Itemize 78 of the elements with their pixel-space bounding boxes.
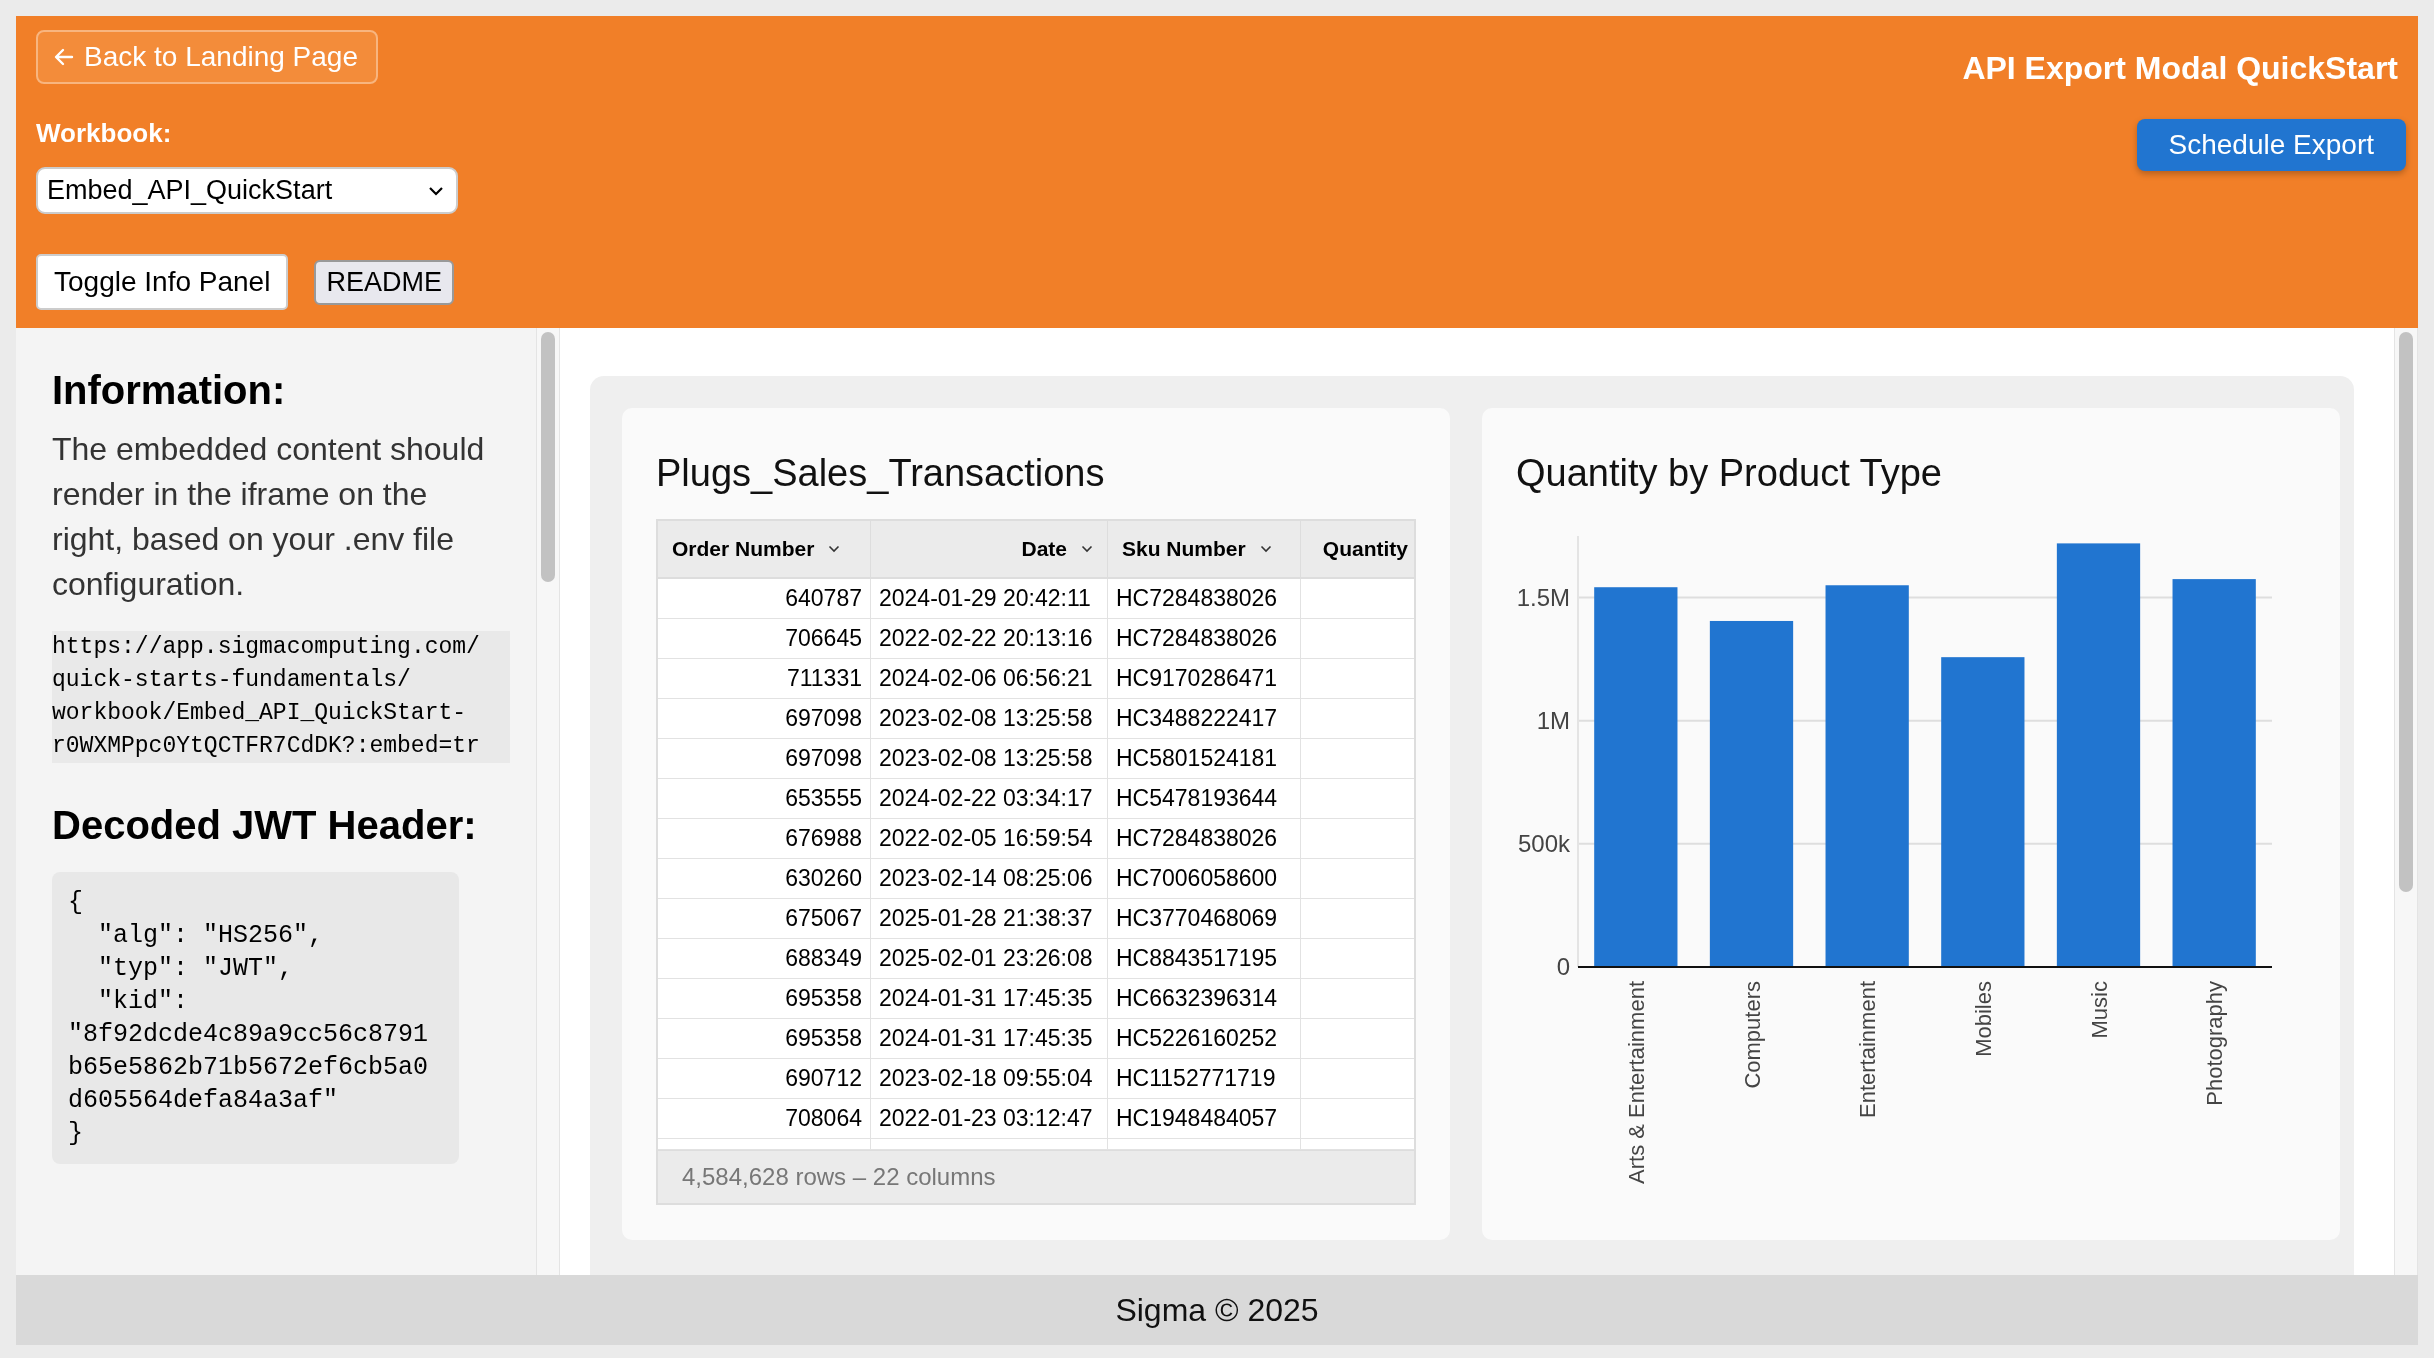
table-cell: 653555 bbox=[658, 779, 871, 818]
table-cell: 640787 bbox=[658, 579, 871, 618]
table-cell: 2024-01-31 17:45:35 bbox=[871, 979, 1108, 1018]
chevron-down-icon bbox=[1259, 545, 1272, 553]
chart-title: Quantity by Product Type bbox=[1516, 452, 1943, 495]
jwt-heading: Decoded JWT Header: bbox=[52, 803, 478, 848]
info-heading: Information: bbox=[52, 368, 287, 413]
table-cell: 708064 bbox=[658, 1099, 871, 1138]
table-cell: 695358 bbox=[658, 979, 871, 1018]
x-axis-label: Photography bbox=[2202, 981, 2228, 1106]
table-cell: HC5478193644 bbox=[1108, 779, 1301, 818]
table-cell: 697098 bbox=[658, 699, 871, 738]
table-cell: 2023-02-08 13:25:58 bbox=[871, 739, 1108, 778]
table-cell: 630260 bbox=[658, 859, 871, 898]
jwt-code-block: { "alg": "HS256", "typ": "JWT", "kid": "8f92dcde4c89a9cc56c8791b65e5862b71b5672ef6cb5a0d605564defa84a3af" } bbox=[52, 872, 459, 1164]
table-cell: HC3770468069 bbox=[1108, 899, 1301, 938]
table-cell: 676988 bbox=[658, 819, 871, 858]
table-cell: 2023-02-18 09:55:04 bbox=[871, 1059, 1108, 1098]
table-cell: 2024-02-06 06:56:21 bbox=[871, 659, 1108, 698]
table-cell: HC5226160252 bbox=[1108, 1019, 1301, 1058]
table-cell: 706645 bbox=[658, 619, 871, 658]
scrollbar[interactable] bbox=[2394, 328, 2418, 1275]
table-cell: 690712 bbox=[658, 1059, 871, 1098]
page-title: API Export Modal QuickStart bbox=[1962, 50, 2398, 87]
column-header[interactable]: Quantity bbox=[1301, 521, 1414, 577]
table-cell: 2024-01-31 17:45:35 bbox=[871, 1019, 1108, 1058]
arrow-left-icon bbox=[54, 48, 74, 66]
table-cell: 688349 bbox=[658, 939, 871, 978]
table-title: Plugs_Sales_Transactions bbox=[656, 452, 1106, 495]
x-axis-label: Computers bbox=[1739, 981, 1765, 1089]
table-cell: 711331 bbox=[658, 659, 871, 698]
table-cell: 2022-01-23 03:12:47 bbox=[871, 1099, 1108, 1138]
table-cell: 2022-02-22 20:13:16 bbox=[871, 619, 1108, 658]
column-header[interactable]: Order Number bbox=[658, 521, 871, 577]
table-cell: 2023-02-14 08:25:06 bbox=[871, 859, 1108, 898]
table-cell: 2022-02-05 16:59:54 bbox=[871, 819, 1108, 858]
scrollbar[interactable] bbox=[536, 328, 560, 1275]
table-cell: HC8843517195 bbox=[1108, 939, 1301, 978]
table-cell: HC7006058600 bbox=[1108, 859, 1301, 898]
chevron-down-icon bbox=[428, 185, 444, 196]
toggle-panel-button[interactable]: Toggle Info Panel bbox=[36, 254, 289, 310]
info-text: The embedded content should render in the iframe on the right, based on your .env file configuration. bbox=[52, 430, 486, 604]
table-cell: HC6632396314 bbox=[1108, 979, 1301, 1018]
chevron-down-icon bbox=[828, 545, 841, 553]
workbook-label: Workbook: bbox=[36, 118, 172, 149]
table-cell: 2023-02-08 13:25:58 bbox=[871, 699, 1108, 738]
y-axis-label: 0 bbox=[1556, 953, 1570, 980]
x-axis-label: Music bbox=[2086, 981, 2112, 1039]
schedule-export-button[interactable]: Schedule Export bbox=[2136, 119, 2406, 171]
table-cell: 2024-01-29 20:42:11 bbox=[871, 579, 1108, 618]
table-cell: 2024-02-22 03:34:17 bbox=[871, 779, 1108, 818]
table-cell: HC1152771719 bbox=[1108, 1059, 1301, 1098]
table-cell: HC7284838026 bbox=[1108, 579, 1301, 618]
x-axis-label: Entertainment bbox=[1855, 981, 1881, 1118]
table-cell: 697098 bbox=[658, 739, 871, 778]
embed-url: https://app.sigmacomputing.com/quick-starts-fundamentals/workbook/Embed_API_QuickStart-r0WXMPpc0YtQCTFR7CdDK?:embed=tr bbox=[52, 631, 510, 763]
table-cell: HC3488222417 bbox=[1108, 699, 1301, 738]
x-axis-label: Mobiles bbox=[1970, 981, 1996, 1057]
column-header[interactable]: Sku Number bbox=[1108, 521, 1301, 577]
y-axis-label: 500k bbox=[1517, 829, 1570, 857]
table-footer: 4,584,628 rows – 22 columns bbox=[658, 1150, 1414, 1203]
table-cell: HC5801524181 bbox=[1108, 739, 1301, 778]
copyright-text: Sigma © 2025 bbox=[1115, 1291, 1319, 1329]
table-cell: 695358 bbox=[658, 1019, 871, 1058]
table-cell: HC7284838026 bbox=[1108, 819, 1301, 858]
readme-button[interactable]: README bbox=[314, 259, 454, 305]
table-cell: 2025-02-01 23:26:08 bbox=[871, 939, 1108, 978]
table-cell: 675067 bbox=[658, 899, 871, 938]
table-cell: HC1948484057 bbox=[1108, 1099, 1301, 1138]
table-cell: HC9170286471 bbox=[1108, 659, 1301, 698]
table-cell: 2025-01-28 21:38:37 bbox=[871, 899, 1108, 938]
y-axis-label: 1.5M bbox=[1516, 583, 1570, 611]
y-axis-label: 1M bbox=[1536, 706, 1570, 734]
x-axis-label: Arts & Entertainment bbox=[1623, 981, 1649, 1184]
chevron-down-icon bbox=[1081, 545, 1093, 553]
table-cell: HC7284838026 bbox=[1108, 619, 1301, 658]
workbook-select[interactable]: Embed_API_QuickStart bbox=[36, 167, 458, 214]
column-header[interactable]: Date bbox=[871, 521, 1108, 577]
